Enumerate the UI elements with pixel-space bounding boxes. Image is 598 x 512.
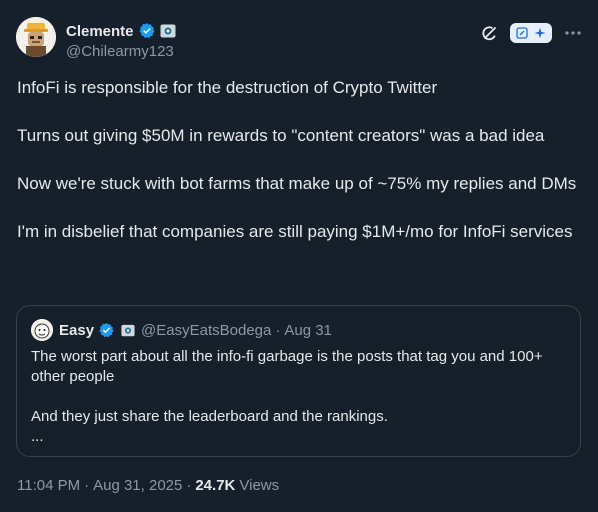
- views-label: Views: [239, 477, 280, 494]
- tweet-header: Clemente @Chilearmy123: [16, 17, 582, 61]
- verified-badge-icon: [139, 23, 155, 38]
- author-display-name[interactable]: Clemente: [66, 23, 134, 40]
- quoted-paragraph: And they just share the leaderboard and …: [31, 408, 388, 425]
- quoted-text: The worst part about all the info-fi gar…: [31, 347, 571, 447]
- quoted-paragraph: The worst part about all the info-fi gar…: [31, 348, 543, 385]
- affiliate-badge-icon[interactable]: [121, 324, 135, 337]
- quoted-handle[interactable]: @EasyEatsBodega: [141, 322, 271, 339]
- quoted-display-name[interactable]: Easy: [59, 322, 94, 339]
- sparkle-icon[interactable]: [534, 27, 546, 39]
- grok-icon[interactable]: [480, 23, 500, 43]
- tweet-text: InfoFi is responsible for the destructio…: [17, 76, 577, 268]
- tweet-paragraph: InfoFi is responsible for the destructio…: [17, 78, 438, 97]
- author-handle[interactable]: @Chilearmy123: [66, 43, 176, 60]
- quoted-author-avatar[interactable]: [31, 319, 53, 341]
- separator-dot: ·: [186, 477, 192, 494]
- more-icon[interactable]: [564, 24, 582, 42]
- tweet-time[interactable]: 11:04 PM: [17, 477, 80, 494]
- affiliate-badge-icon[interactable]: [160, 24, 176, 38]
- author-avatar[interactable]: [16, 17, 56, 57]
- ai-actions-pill[interactable]: [510, 23, 552, 43]
- verified-badge-icon: [99, 322, 114, 337]
- tweet-paragraph: I'm in disbelief that companies are stil…: [17, 222, 573, 241]
- quoted-tweet[interactable]: Easy @EasyEatsBodega · Aug 31 The worst …: [16, 305, 581, 457]
- separator-dot: ·: [275, 321, 281, 339]
- tweet-meta: 11:04 PM · Aug 31, 2025 · 24.7K Views: [17, 477, 279, 494]
- quoted-ellipsis: ...: [31, 428, 44, 445]
- views-count: 24.7K: [195, 477, 236, 494]
- tweet-paragraph: Turns out giving $50M in rewards to "con…: [17, 126, 545, 145]
- quoted-timestamp[interactable]: Aug 31: [284, 322, 332, 339]
- separator-dot: ·: [84, 477, 90, 494]
- tweet-date[interactable]: Aug 31, 2025: [93, 477, 182, 494]
- tweet-paragraph: Now we're stuck with bot farms that make…: [17, 174, 577, 193]
- edit-icon[interactable]: [516, 27, 528, 39]
